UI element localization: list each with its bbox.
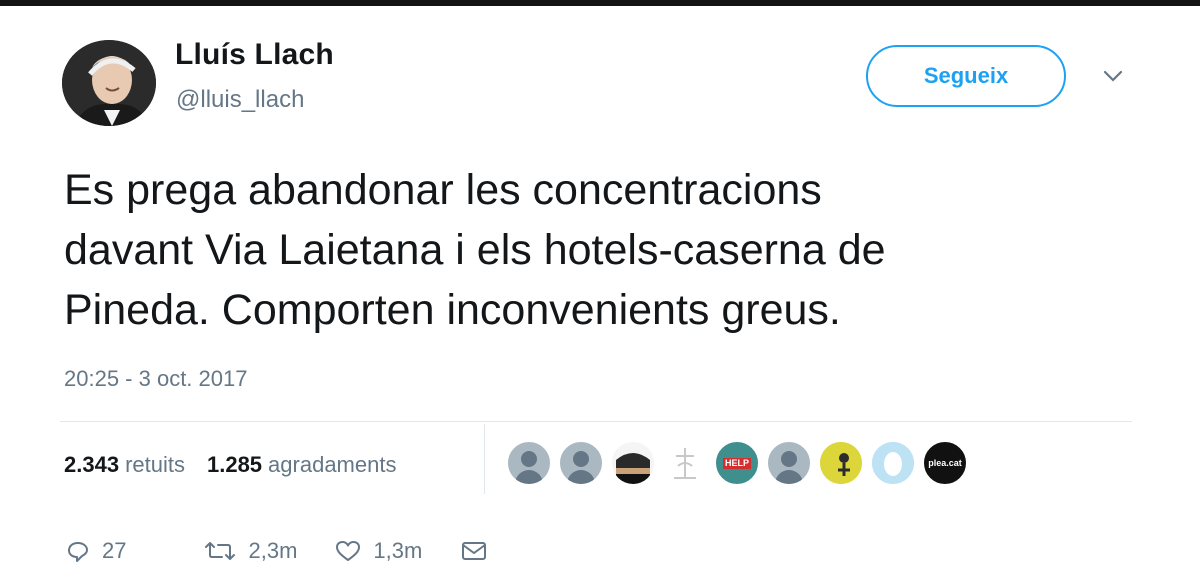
tweet-stats: 2.343 retuits 1.285 agradaments [64,452,396,478]
retweet-count: 2,3m [248,538,298,563]
retweets-label: retuits [125,452,185,477]
tweet-line: Es prega abandonar les concentracions [64,166,822,214]
likes-stat[interactable]: 1.285 agradaments [207,452,396,478]
retweets-count: 2.343 [64,452,120,477]
liker-avatar[interactable] [870,440,916,486]
stats-separator [484,424,485,494]
reply-icon [68,542,88,562]
author-name[interactable]: Lluís Llach [175,38,334,72]
chevron-down-icon[interactable] [1102,68,1124,84]
envelope-icon [462,542,487,560]
likes-label: agradaments [268,452,397,477]
likers-avatars: HELP plea.cat [506,440,974,486]
reply-action[interactable]: 27 [66,538,126,564]
liker-logo-text: HELP [722,457,751,469]
liker-avatar[interactable]: plea.cat [922,440,968,486]
top-edge-bar [0,0,1200,6]
author-handle[interactable]: @lluis_llach [176,86,304,114]
liker-avatar[interactable] [506,440,552,486]
liker-avatar[interactable] [662,440,708,486]
reply-count: 27 [102,538,127,563]
liker-avatar[interactable] [558,440,604,486]
tweet-actions: 27 2,3m 1,3m [66,538,538,564]
likes-count: 1.285 [206,452,263,477]
avatar[interactable] [62,40,156,126]
like-action[interactable]: 1,3m [335,538,422,564]
tweet-line: Pineda. Comporten inconvenients greus. [64,286,841,334]
liker-logo-text: plea.cat [928,457,962,468]
retweets-stat[interactable]: 2.343 retuits [64,452,185,478]
tweet-text: Es prega abandonar les concentracions da… [64,160,1144,340]
heart-icon [336,541,361,561]
liker-avatar[interactable]: HELP [714,440,760,486]
tweet-timestamp[interactable]: 20:25 - 3 oct. 2017 [64,366,247,392]
liker-avatar[interactable] [818,440,864,486]
liker-avatar[interactable] [766,440,812,486]
follow-button[interactable]: Segueix [866,45,1066,107]
retweet-icon [205,542,236,560]
liker-avatar[interactable] [610,440,656,486]
retweet-action[interactable]: 2,3m [204,538,297,564]
like-count: 1,3m [373,538,423,563]
tweet-line: davant Via Laietana i els hotels-caserna… [64,226,886,274]
direct-message-action[interactable] [460,539,500,563]
divider [60,421,1132,422]
